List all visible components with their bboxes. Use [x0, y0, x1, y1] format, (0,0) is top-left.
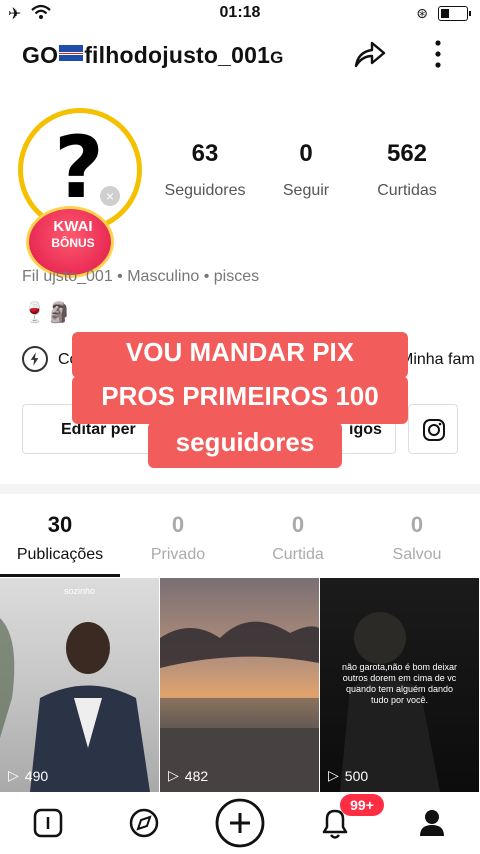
tab-label: Salvou — [392, 546, 442, 563]
video-tile[interactable]: não garota,não é bom deixar outros dorem… — [320, 578, 479, 792]
orientation-lock-icon: ⊛ — [416, 5, 428, 21]
tab-label: Publicações — [16, 546, 104, 563]
tab-count: 0 — [171, 512, 185, 537]
username-prefix: GO — [22, 42, 59, 68]
tab-count: 0 — [291, 512, 305, 537]
promo-overlay: VOU MANDAR PIX PROS PRIMEIROS 100 seguid… — [0, 330, 480, 470]
video-thumbnail — [0, 618, 150, 792]
following-count: 0 — [299, 140, 313, 167]
likes-label: Curtidas — [377, 182, 437, 199]
play-icon: ▷ — [168, 767, 179, 783]
views-count: 482 — [184, 767, 209, 784]
video-thumbnail — [160, 621, 319, 792]
share-icon[interactable] — [352, 36, 388, 72]
stat-likes[interactable]: 562 Curtidas — [357, 140, 457, 200]
tab-count: 0 — [410, 512, 424, 537]
username-main: filhodojusto_001 — [84, 42, 271, 68]
profile-username: GO filhodojusto_001G — [22, 42, 284, 69]
battery-icon — [438, 6, 471, 21]
followers-label: Seguidores — [164, 182, 246, 199]
video-caption: sozinho — [63, 586, 96, 596]
avatar-placeholder-icon: ? — [54, 118, 104, 218]
followers-count: 63 — [191, 140, 219, 167]
notifications-badge: 99+ — [340, 794, 384, 816]
home-icon[interactable] — [25, 800, 71, 846]
play-icon: ▷ — [8, 767, 19, 783]
more-options-icon[interactable] — [426, 38, 450, 70]
tab-privado[interactable]: 0 Privado — [118, 494, 238, 564]
overlay-line-1: VOU MANDAR PIX — [72, 332, 408, 378]
tab-label: Privado — [150, 546, 206, 563]
section-divider — [0, 484, 480, 494]
video-tile[interactable]: sozinho ▷ 490 — [0, 578, 159, 792]
views-count: 490 — [24, 767, 49, 784]
video-views: ▷ 482 — [168, 767, 208, 784]
profile-icon[interactable] — [409, 800, 455, 846]
video-grid: sozinho ▷ 490 ▷ 482 não garota,não é bom d… — [0, 578, 480, 792]
likes-count: 562 — [386, 140, 428, 167]
profile-emojis: 🍷🗿 — [22, 302, 72, 324]
tab-curtida[interactable]: 0 Curtida — [238, 494, 358, 564]
profile-tabs: 30 Publicações 0 Privado 0 Curtida 0 Sal… — [0, 494, 480, 578]
profile-header: GO filhodojusto_001G — [0, 30, 480, 78]
stat-followers[interactable]: 63 Seguidores — [155, 140, 255, 200]
video-views: ▷ 500 — [328, 767, 368, 784]
overlay-line-2: PROS PRIMEIROS 100 — [72, 376, 408, 424]
overlay-line-3: seguidores — [148, 422, 342, 468]
flag-icon — [59, 45, 84, 61]
avatar[interactable]: ? KWAI BÔNUS × — [14, 100, 149, 280]
badge-line-1: KWAI — [53, 218, 93, 235]
active-tab-indicator — [0, 574, 120, 577]
play-icon: ▷ — [328, 767, 339, 783]
status-time: 01:18 — [219, 4, 261, 21]
create-icon[interactable] — [214, 797, 266, 849]
tab-salvou[interactable]: 0 Salvou — [357, 494, 477, 564]
badge-line-2: BÔNUS — [51, 236, 95, 250]
tab-label: Curtida — [272, 546, 324, 563]
video-views: ▷ 490 — [8, 767, 48, 784]
tab-count: 30 — [47, 512, 73, 537]
status-bar: ✈ 01:18 ⊛ — [0, 0, 480, 28]
following-label: Seguir — [282, 182, 330, 199]
video-tile[interactable]: ▷ 482 — [160, 578, 319, 792]
tab-publicacoes[interactable]: 30 Publicações — [0, 494, 120, 564]
close-badge-icon[interactable]: × — [100, 186, 120, 206]
stat-following[interactable]: 0 Seguir — [256, 140, 356, 200]
views-count: 500 — [344, 767, 369, 784]
video-caption: não garota,não é bom deixar outros dorem… — [341, 662, 458, 705]
status-right: ⊛ — [416, 5, 471, 22]
bottom-navigation: 99+ — [0, 792, 480, 854]
explore-icon[interactable] — [121, 800, 167, 846]
profile-meta: Fil ujsto_001 • Masculino • pisces — [22, 268, 260, 285]
username-suffix: G — [270, 48, 284, 67]
